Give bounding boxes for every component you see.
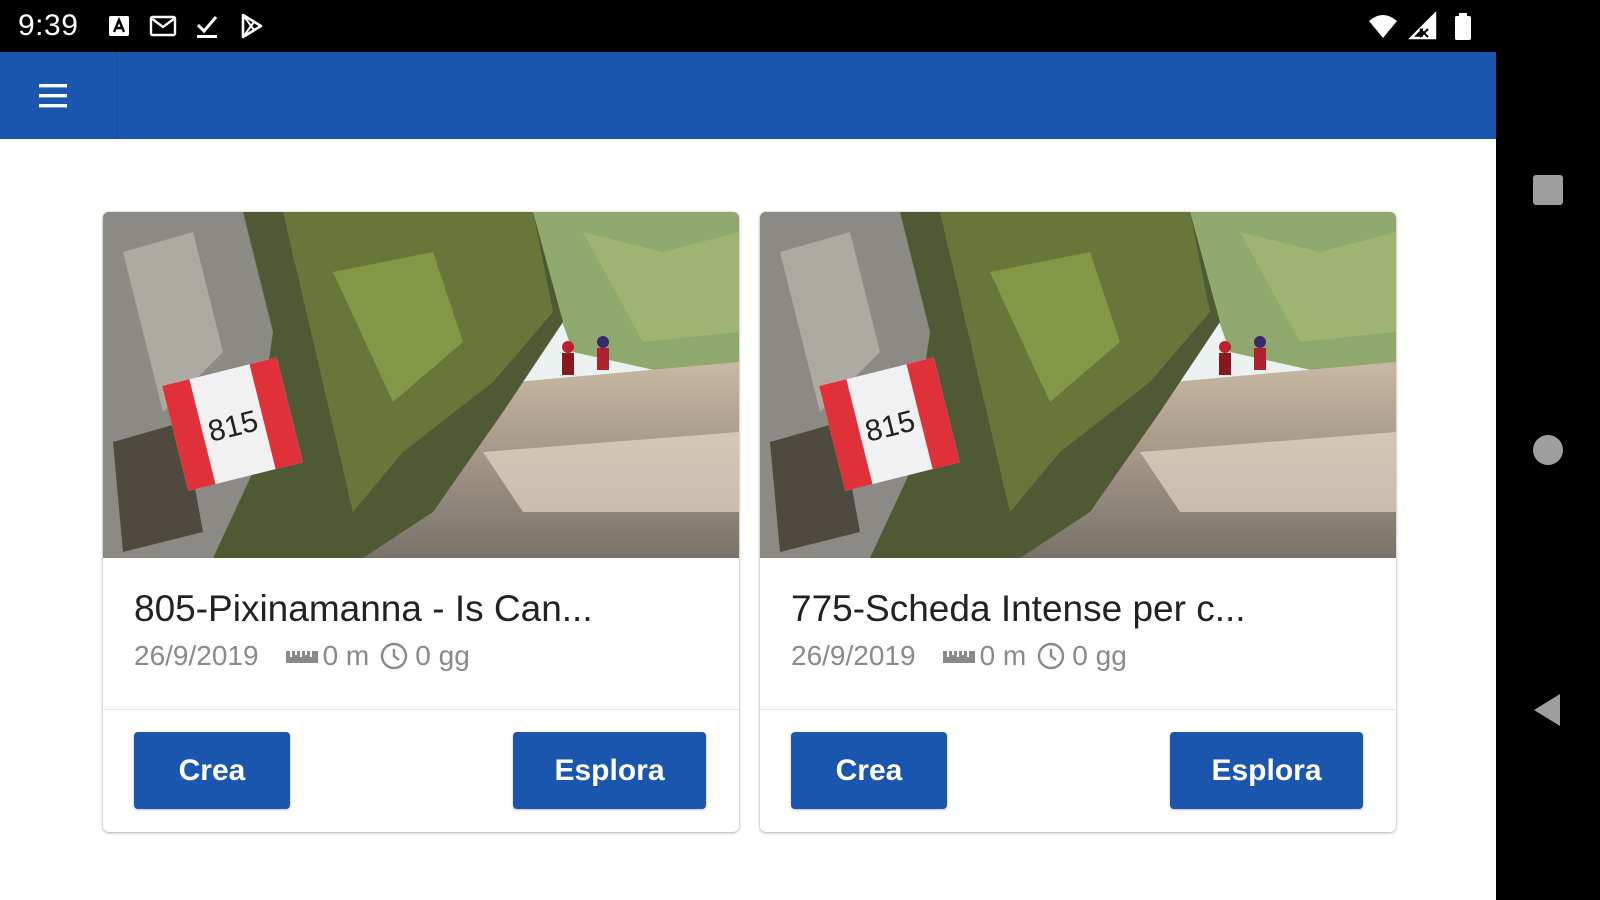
status-time: 9:39 <box>18 9 79 42</box>
explore-button[interactable]: Esplora <box>1170 732 1363 809</box>
card-distance: 0 m <box>979 640 1027 671</box>
play-store-icon <box>236 11 266 41</box>
card-meta: 26/9/2019 0 m 0 gg <box>791 639 1127 673</box>
route-card[interactable]: 815 805-Pixinamanna - Is Can... 26/9/201… <box>103 212 739 832</box>
status-system-icons <box>1368 11 1478 41</box>
home-circle-icon <box>1533 435 1563 465</box>
create-button[interactable]: Crea <box>134 732 290 809</box>
ruler-icon <box>285 641 319 671</box>
battery-icon <box>1448 11 1478 41</box>
card-divider <box>103 709 739 710</box>
create-button[interactable]: Crea <box>791 732 947 809</box>
trail-marker-815-photo[interactable]: 815 <box>760 212 1396 558</box>
recents-button[interactable] <box>1523 165 1573 215</box>
home-button[interactable] <box>1523 425 1573 475</box>
a-notification-icon <box>104 11 134 41</box>
gmail-icon <box>148 11 178 41</box>
card-meta: 26/9/2019 0 m 0 gg <box>134 639 470 673</box>
card-date: 26/9/2019 <box>791 640 916 671</box>
back-button[interactable] <box>1523 685 1573 735</box>
app-bar <box>0 52 1496 139</box>
clock-icon <box>377 641 411 671</box>
download-done-icon <box>192 11 222 41</box>
system-nav-bar <box>1496 0 1600 900</box>
ruler-icon <box>942 641 976 671</box>
hamburger-menu-button[interactable] <box>28 72 78 120</box>
card-duration: 0 gg <box>1072 640 1127 671</box>
card-title: 775-Scheda Intense per c... <box>791 588 1246 629</box>
trail-marker-815-photo[interactable]: 815 <box>103 212 739 558</box>
status-notification-icons <box>104 11 266 41</box>
recents-square-icon <box>1533 175 1563 205</box>
explore-button[interactable]: Esplora <box>513 732 706 809</box>
status-bar: 9:39 <box>0 0 1496 52</box>
app-screen: 9:39 815 805-Pixinamanna - Is Can... 26/… <box>0 0 1496 900</box>
app-bar-divider <box>116 52 117 139</box>
card-title: 805-Pixinamanna - Is Can... <box>134 588 593 629</box>
card-date: 26/9/2019 <box>134 640 259 671</box>
route-card[interactable]: 815 775-Scheda Intense per c... 26/9/201… <box>760 212 1396 832</box>
cell-signal-icon <box>1408 11 1438 41</box>
card-divider <box>760 709 1396 710</box>
card-distance: 0 m <box>322 640 370 671</box>
hamburger-menu-icon <box>39 84 67 108</box>
wifi-icon <box>1368 11 1398 41</box>
card-duration: 0 gg <box>415 640 470 671</box>
back-triangle-icon <box>1534 694 1560 726</box>
clock-icon <box>1034 641 1068 671</box>
